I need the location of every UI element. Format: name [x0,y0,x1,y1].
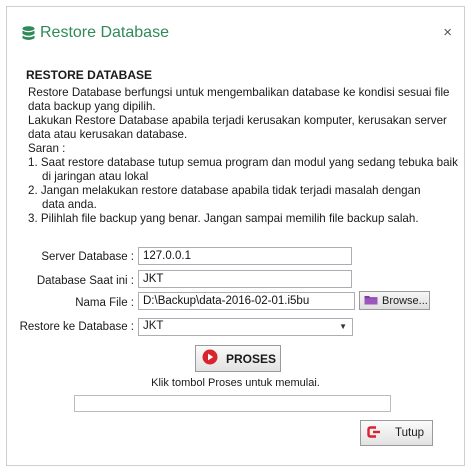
description-line: Restore Database berfungsi untuk mengemb… [28,86,450,99]
proses-button[interactable]: PROSES [195,345,281,372]
description-text: Restore Database berfungsi untuk mengemb… [28,86,458,226]
nama-file-label: Nama File : [75,297,134,309]
nama-file-field[interactable] [138,292,355,310]
title-bar: Restore Database × [7,7,464,57]
description-line: data backup yang dipilih. [28,100,156,113]
server-database-field[interactable] [138,247,352,265]
browse-button[interactable]: Browse... [359,291,430,310]
hint-text: Klik tombol Proses untuk memulai. [151,377,320,389]
restore-ke-database-value: JKT [143,320,164,332]
progress-bar [74,395,391,412]
record-icon [202,349,218,368]
exit-icon [367,425,381,441]
description-line: data anda. [42,198,97,211]
browse-label: Browse... [382,294,428,307]
database-saat-ini-label: Database Saat ini : [36,275,134,287]
server-database-label: Server Database : [41,251,134,263]
close-icon[interactable]: × [443,24,452,41]
description-line: data atau kerusakan database. [28,128,188,141]
section-heading: RESTORE DATABASE [26,68,153,82]
description-line: 1. Saat restore database tutup semua pro… [28,156,458,169]
window-title: Restore Database [40,24,169,41]
description-line: Lakukan Restore Database apabila terjadi… [28,114,447,127]
description-line: Saran : [28,142,66,155]
tutup-button[interactable]: Tutup [360,420,433,446]
database-icon [22,26,35,44]
description-line: 2. Jangan melakukan restore database apa… [28,184,421,197]
restore-ke-database-label: Restore ke Database : [19,321,134,333]
tutup-label: Tutup [395,427,424,439]
restore-ke-database-select[interactable]: JKT ▼ [138,318,353,336]
restore-database-window: Restore Database × RESTORE DATABASE Rest… [6,6,465,466]
chevron-down-icon: ▼ [339,322,347,331]
description-line: di jaringan atau lokal [42,170,149,183]
database-saat-ini-field[interactable] [138,270,352,288]
description-line: 3. Pilihlah file backup yang benar. Jang… [28,212,419,225]
folder-icon [364,294,378,308]
proses-label: PROSES [226,351,277,366]
